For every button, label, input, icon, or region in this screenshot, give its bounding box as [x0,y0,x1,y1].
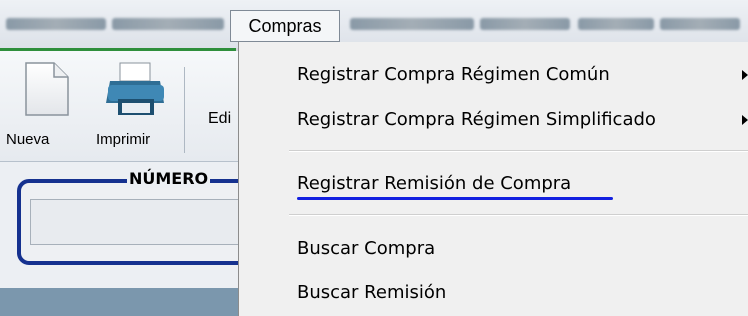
menu-item-registrar-remision-de-compra[interactable]: Registrar Remisión de Compra [297,173,571,194]
menu-item-registrar-compra-regimen-comun[interactable]: Registrar Compra Régimen Común [297,64,610,85]
document-icon [25,62,69,116]
menu-separator [289,150,748,152]
new-button[interactable] [20,59,74,123]
menu-item-blurred[interactable] [480,18,570,30]
menu-item-registrar-compra-regimen-simplificado[interactable]: Registrar Compra Régimen Simplificado [297,109,656,130]
print-button[interactable] [104,59,168,123]
submenu-arrow-icon [742,115,748,125]
toolbar-separator [184,67,185,153]
submenu-arrow-icon [742,70,748,80]
menu-item-blurred[interactable] [6,18,106,30]
menu-separator [289,214,748,216]
menu-item-blurred[interactable] [350,18,474,30]
menu-item-blurred[interactable] [578,18,654,30]
new-button-label: Nueva [6,131,50,148]
status-strip [0,288,238,316]
compras-dropdown-menu: Registrar Compra Régimen Común Registrar… [238,42,748,316]
numero-label: NÚMERO [127,169,211,188]
menu-item-blurred[interactable] [112,18,224,30]
menu-item-buscar-compra[interactable]: Buscar Compra [297,238,435,259]
edit-button-label[interactable]: Edi [208,110,231,128]
printer-icon [106,62,164,115]
numero-field[interactable] [30,199,242,245]
menu-item-blurred[interactable] [660,18,740,30]
menu-bar: Compras [0,0,748,48]
menu-item-buscar-remision[interactable]: Buscar Remisión [297,282,446,303]
toolbar: Nueva Imprimir Edi [0,51,238,162]
menu-compras[interactable]: Compras [230,10,340,42]
print-button-label: Imprimir [96,131,151,148]
highlight-underline [297,197,613,200]
main-window-panel: Nueva Imprimir Edi NÚMERO [0,51,257,316]
